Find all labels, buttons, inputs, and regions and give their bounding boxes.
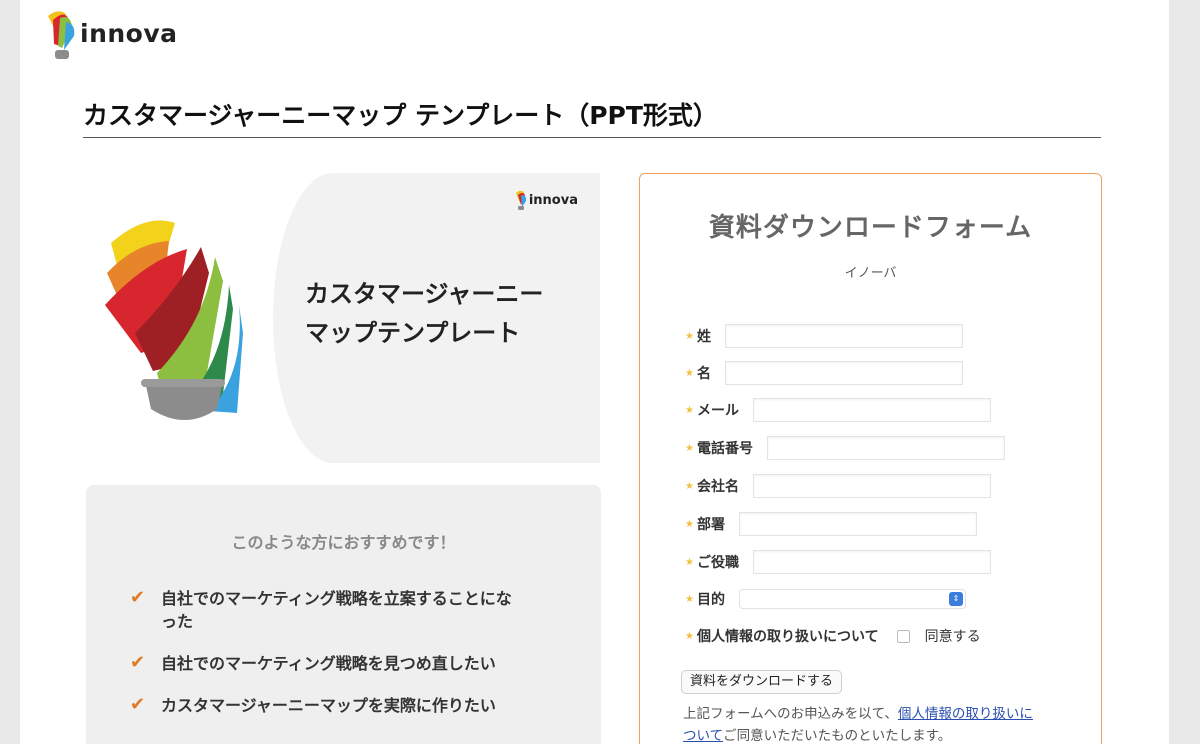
field-label: 個人情報の取り扱いについて [697,629,879,645]
hero-title-line2: マップテンプレート [305,319,521,347]
star-icon: ★ [685,367,694,379]
lightbulb-illustration-icon [105,220,243,420]
form-subtitle: イノーバ [844,266,897,281]
recommend-item-text: 自社でのマーケティング戦略を立案することにな った [161,589,512,631]
field-company-row: ★ 会社名 [685,474,991,498]
field-label: ご役職 [697,555,739,571]
department-input[interactable] [739,512,977,536]
list-item: ✔ 自社でのマーケティング戦略を立案することにな った [130,587,570,633]
field-privacy-row: ★ 個人情報の取り扱いについて 同意する [685,624,981,648]
field-label: 名 [697,366,711,382]
star-icon: ★ [685,442,694,454]
field-label: 姓 [697,329,711,345]
field-first-name-row: ★ 名 [685,361,963,385]
recommend-heading: このような方におすすめです！ [231,533,456,552]
star-icon: ★ [685,630,694,642]
email-input[interactable] [753,398,991,422]
star-icon: ★ [685,480,694,492]
logo-text: innova [80,18,178,48]
star-icon: ★ [685,518,694,530]
field-label: 会社名 [697,479,739,495]
hero-brand: innova [514,189,578,211]
field-label: 部署 [697,517,725,533]
hero-title: カスタマージャーニー マップテンプレート [305,275,585,353]
page-title: カスタマージャーニーマップ テンプレート（PPT形式） [83,101,718,130]
field-last-name-row: ★ 姓 [685,324,963,348]
agree-checkbox[interactable] [896,629,910,643]
phone-input[interactable] [767,436,1005,460]
star-icon: ★ [685,404,694,416]
field-position-row: ★ ご役職 [685,550,991,574]
hero-title-line1: カスタマージャーニー [305,280,544,308]
recommend-list: ✔ 自社でのマーケティング戦略を立案することにな った ✔ 自社でのマーケティン… [130,587,570,736]
field-label: メール [697,403,739,419]
list-item: ✔ 自社でのマーケティング戦略を見つめ直したい [130,652,570,675]
first-name-input[interactable] [725,361,963,385]
position-input[interactable] [753,550,991,574]
hero-brand-text: innova [528,192,578,208]
field-label: 電話番号 [697,441,753,457]
field-department-row: ★ 部署 [685,512,977,536]
field-purpose-row: ★ 目的 ⇕ [685,587,966,611]
download-form: 資料ダウンロードフォーム イノーバ ★ 姓 ★ 名 ★ メール ★ 電話番号 ★… [639,173,1102,744]
page: innova カスタマージャーニーマップ テンプレート（PPT形式） innov… [20,0,1169,744]
chevron-updown-icon: ⇕ [949,592,963,606]
last-name-input[interactable] [725,324,963,348]
download-button[interactable]: 資料をダウンロードする [681,670,843,694]
checkmark-icon: ✔ [130,652,146,673]
star-icon: ★ [685,330,694,342]
field-phone-row: ★ 電話番号 [685,436,1005,460]
recommend-box: このような方におすすめです！ ✔ 自社でのマーケティング戦略を立案することにな … [86,485,601,744]
recommend-item-text: カスタマージャーニーマップを実際に作りたい [161,696,496,715]
field-label: 目的 [697,592,725,608]
agree-label[interactable]: 同意する [925,626,981,646]
notice-prefix: 上記フォームへのお申込みを以て、 [683,706,898,722]
checkmark-icon: ✔ [130,587,146,608]
star-icon: ★ [685,556,694,568]
hero-banner: innova カスタマージャーニー マップテンプレート [83,173,600,463]
recommend-item-text: 自社でのマーケティング戦略を見つめ直したい [161,654,496,673]
lightbulb-small-icon [515,190,526,210]
innova-logo[interactable]: innova [44,6,178,60]
title-divider [83,137,1101,138]
form-title: 資料ダウンロードフォーム [708,213,1033,243]
company-input[interactable] [753,474,991,498]
checkmark-icon: ✔ [130,694,146,715]
notice-suffix: ご同意いただいたものといたします。 [723,728,952,744]
field-email-row: ★ メール [685,398,991,422]
purpose-select[interactable]: ⇕ [739,589,966,609]
lightbulb-logo-icon [48,11,75,59]
list-item: ✔ カスタマージャーニーマップを実際に作りたい [130,694,570,717]
privacy-notice: 上記フォームへのお申込みを以て、個人情報の取り扱いに ついてご同意いただいたもの… [683,703,1083,744]
star-icon: ★ [685,593,694,605]
